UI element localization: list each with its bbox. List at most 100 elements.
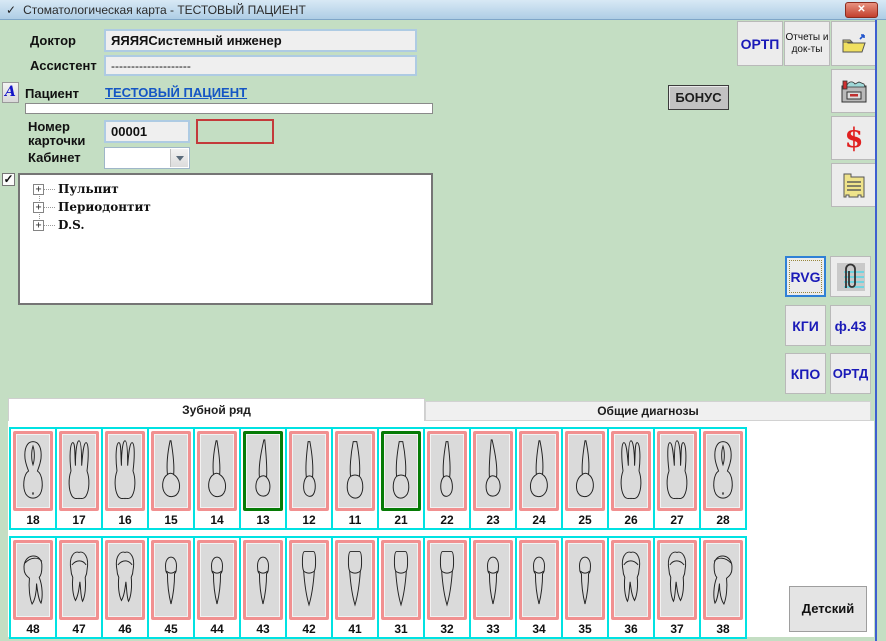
window-edge-divider [875, 20, 877, 641]
diagnosis-tree: + Пульпит + Периодонтит + D.S. [20, 175, 431, 234]
tooth-frame [611, 431, 651, 511]
attachments-button[interactable] [830, 256, 871, 297]
tooth-row-1: 1817 16 15 14 13 12 11 21 22 23 24 2526 27 28 [9, 427, 747, 530]
ortp-button[interactable]: ОРТП [737, 21, 783, 66]
patient-name-link[interactable]: ТЕСТОВЫЙ ПАЦИЕНТ [105, 85, 247, 100]
tooth-cell-26[interactable]: 26 [607, 427, 655, 530]
tooth-frame [13, 431, 53, 511]
tooth-frame [473, 540, 513, 620]
tooth-image [430, 434, 464, 508]
tooth-cell-15[interactable]: 15 [147, 427, 195, 530]
tooth-cell-45[interactable]: 45 [147, 536, 195, 639]
tooth-image [200, 543, 234, 617]
alphabet-button[interactable]: А [2, 82, 19, 103]
close-icon[interactable]: ✕ [845, 2, 878, 18]
tooth-number: 28 [716, 513, 729, 527]
card-number-field[interactable]: 00001 [104, 120, 190, 143]
tooth-cell-25[interactable]: 25 [561, 427, 609, 530]
tooth-cell-34[interactable]: 34 [515, 536, 563, 639]
kpo-button[interactable]: КПО [785, 353, 826, 394]
window-title: Стоматологическая карта - ТЕСТОВЫЙ ПАЦИЕ… [23, 3, 306, 17]
tooth-cell-22[interactable]: 22 [423, 427, 471, 530]
tooth-cell-46[interactable]: 46 [101, 536, 149, 639]
tooth-cell-42[interactable]: 42 [285, 536, 333, 639]
cabinet-dropdown[interactable] [104, 147, 190, 169]
card-file-icon [839, 77, 869, 105]
tooth-number: 27 [670, 513, 683, 527]
tooth-cell-28[interactable]: 28 [699, 427, 747, 530]
tooth-image [292, 434, 326, 508]
tooth-cell-13[interactable]: 13 [239, 427, 287, 530]
tooth-cell-35[interactable]: 35 [561, 536, 609, 639]
tree-item[interactable]: + Пульпит [20, 180, 431, 198]
tooth-number: 48 [26, 622, 39, 636]
tooth-number: 16 [118, 513, 131, 527]
tooth-image [568, 543, 602, 617]
tooth-cell-32[interactable]: 32 [423, 536, 471, 639]
diagnosis-checkbox[interactable]: ✓ [2, 173, 15, 186]
tooth-cell-12[interactable]: 12 [285, 427, 333, 530]
f43-button[interactable]: ф.43 [830, 305, 871, 346]
tree-item[interactable]: + Периодонтит [20, 198, 431, 216]
tree-item[interactable]: + D.S. [20, 216, 431, 234]
tooth-cell-11[interactable]: 11 [331, 427, 379, 530]
tooth-number: 12 [302, 513, 315, 527]
tooth-cell-33[interactable]: 33 [469, 536, 517, 639]
tree-item-label[interactable]: Пульпит [58, 182, 119, 196]
chevron-down-icon[interactable] [170, 149, 188, 167]
tooth-cell-44[interactable]: 44 [193, 536, 241, 639]
tooth-frame [519, 540, 559, 620]
tooth-frame [105, 431, 145, 511]
doctor-field[interactable]: ЯЯЯЯСистемный инженер [104, 29, 417, 52]
tooth-image [154, 434, 188, 508]
tooth-cell-24[interactable]: 24 [515, 427, 563, 530]
tooth-cell-48[interactable]: 48 [9, 536, 57, 639]
child-teeth-button[interactable]: Детский [789, 586, 867, 632]
tooth-cell-16[interactable]: 16 [101, 427, 149, 530]
tooth-number: 14 [210, 513, 223, 527]
open-card-button[interactable] [831, 21, 877, 66]
documents-folder-icon [840, 170, 868, 200]
documents-folder-button[interactable] [831, 163, 877, 207]
tooth-image [246, 543, 280, 617]
tooth-number: 24 [532, 513, 545, 527]
expand-plus-icon[interactable]: + [33, 202, 44, 213]
tooth-number: 22 [440, 513, 453, 527]
tooth-number: 11 [349, 513, 362, 527]
tooth-cell-21[interactable]: 21 [377, 427, 425, 530]
tooth-cell-43[interactable]: 43 [239, 536, 287, 639]
kgi-button[interactable]: КГИ [785, 305, 826, 346]
tooth-number: 47 [72, 622, 85, 636]
tooth-frame [427, 540, 467, 620]
reports-documents-button[interactable]: Отчеты и док-ты [784, 21, 830, 66]
tooth-cell-36[interactable]: 36 [607, 536, 655, 639]
tooth-image [522, 543, 556, 617]
payments-button[interactable]: $ [831, 116, 877, 160]
bonus-button[interactable]: БОНУС [668, 85, 729, 110]
tab-general-diagnoses[interactable]: Общие диагнозы [425, 401, 871, 421]
tooth-cell-27[interactable]: 27 [653, 427, 701, 530]
tooth-cell-31[interactable]: 31 [377, 536, 425, 639]
cabinet-label: Кабинет [28, 150, 81, 165]
rvg-button[interactable]: RVG [785, 256, 826, 297]
tooth-cell-41[interactable]: 41 [331, 536, 379, 639]
assistant-field[interactable]: -------------------- [104, 55, 417, 76]
tooth-cell-47[interactable]: 47 [55, 536, 103, 639]
expand-plus-icon[interactable]: + [33, 220, 44, 231]
tooth-cell-18[interactable]: 18 [9, 427, 57, 530]
tree-item-label[interactable]: D.S. [58, 218, 85, 232]
tooth-cell-23[interactable]: 23 [469, 427, 517, 530]
ortd-button[interactable]: ОРТД [830, 353, 871, 394]
patient-search-input[interactable] [25, 103, 433, 114]
tooth-cell-37[interactable]: 37 [653, 536, 701, 639]
tooth-frame [703, 431, 743, 511]
expand-plus-icon[interactable]: + [33, 184, 44, 195]
card-file-button[interactable] [831, 69, 877, 113]
tooth-cell-17[interactable]: 17 [55, 427, 103, 530]
tab-tooth-row[interactable]: Зубной ряд [8, 398, 425, 421]
tooth-cell-38[interactable]: 38 [699, 536, 747, 639]
tooth-image [108, 543, 142, 617]
tooth-image [384, 543, 418, 617]
tree-item-label[interactable]: Периодонтит [58, 200, 151, 214]
tooth-cell-14[interactable]: 14 [193, 427, 241, 530]
